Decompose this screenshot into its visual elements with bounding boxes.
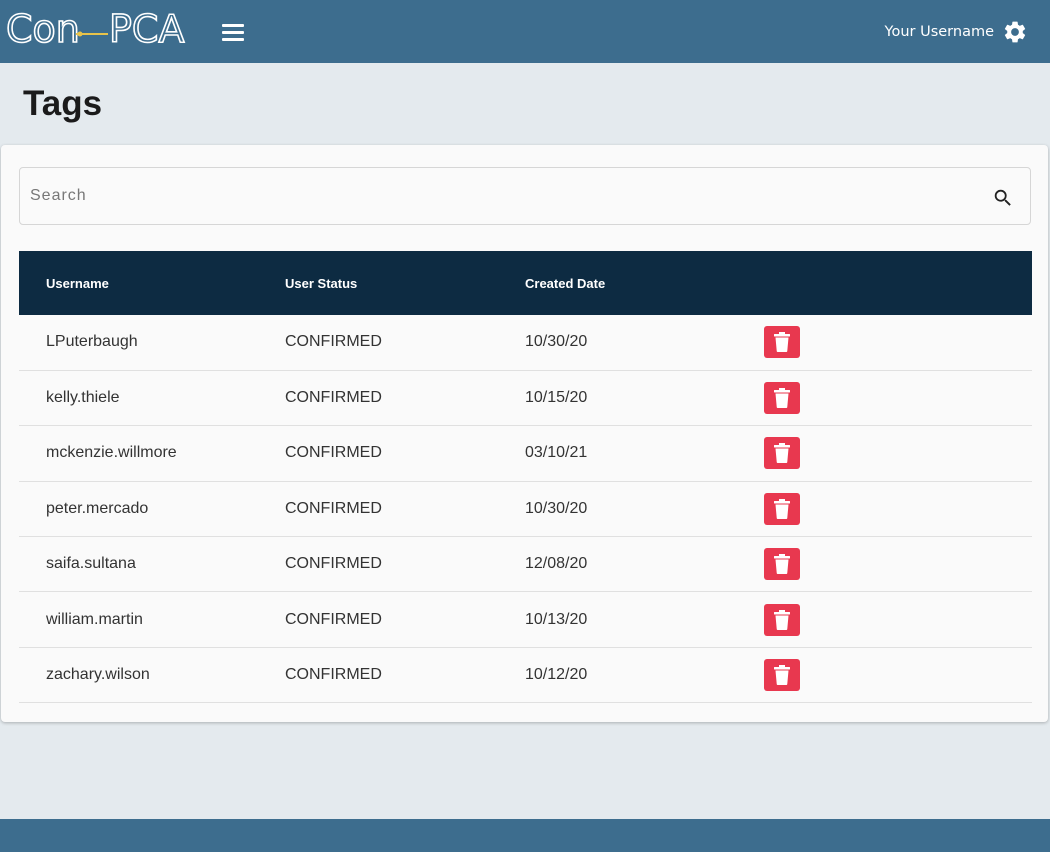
table-row[interactable]: mckenzie.willmore CONFIRMED 03/10/21: [19, 426, 1032, 482]
con-pca-logo: Con PCA: [6, 6, 185, 50]
svg-text:Con: Con: [6, 7, 80, 50]
tags-card: Username User Status Created Date LPuter…: [1, 145, 1048, 722]
cell-actions: [764, 426, 1032, 481]
cell-username: kelly.thiele: [46, 389, 120, 407]
app-logo[interactable]: Con PCA: [6, 6, 202, 50]
cell-actions: [764, 592, 1032, 647]
delete-button[interactable]: [764, 603, 800, 636]
page-title: Tags: [23, 84, 103, 123]
cell-username: peter.mercado: [46, 499, 149, 517]
gear-icon[interactable]: [1002, 19, 1028, 45]
cell-username: LPuterbaugh: [46, 333, 138, 351]
cell-user-status: CONFIRMED: [285, 610, 382, 628]
column-header-created-date[interactable]: Created Date: [525, 251, 764, 315]
cell-created-date: 10/12/20: [525, 666, 588, 684]
table-row[interactable]: LPuterbaugh CONFIRMED 10/30/20: [19, 315, 1032, 371]
username-label: Your Username: [884, 24, 994, 40]
search-icon[interactable]: [992, 187, 1014, 209]
cell-username: mckenzie.willmore: [46, 444, 177, 462]
table-row[interactable]: saifa.sultana CONFIRMED 12/08/20: [19, 537, 1032, 592]
delete-button[interactable]: [764, 548, 800, 581]
cell-username: zachary.wilson: [46, 666, 150, 684]
cell-created-date: 10/30/20: [525, 499, 588, 517]
column-header-actions: [764, 251, 1032, 315]
table-row[interactable]: zachary.wilson CONFIRMED 10/12/20: [19, 647, 1032, 703]
column-header-user-status[interactable]: User Status: [285, 251, 525, 315]
cell-created-date: 10/13/20: [525, 610, 588, 628]
cell-user-status: CONFIRMED: [285, 333, 382, 351]
table-row[interactable]: kelly.thiele CONFIRMED 10/15/20: [19, 370, 1032, 426]
cell-created-date: 12/08/20: [525, 555, 588, 573]
cell-actions: [764, 370, 1032, 425]
table-row[interactable]: peter.mercado CONFIRMED 10/30/20: [19, 481, 1032, 537]
trash-icon: [774, 388, 790, 409]
svg-text:PCA: PCA: [109, 7, 184, 50]
trash-icon: [774, 332, 790, 353]
cell-created-date: 03/10/21: [525, 444, 588, 462]
trash-icon: [774, 609, 790, 630]
cell-username: william.martin: [46, 610, 143, 628]
delete-button[interactable]: [764, 492, 800, 525]
footer-bar: [0, 819, 1050, 852]
trash-icon: [774, 554, 790, 575]
cell-actions: [764, 315, 1032, 370]
cell-actions: [764, 537, 1032, 592]
cell-username: saifa.sultana: [46, 555, 136, 573]
cell-user-status: CONFIRMED: [285, 444, 382, 462]
cell-created-date: 10/30/20: [525, 333, 588, 351]
users-table: Username User Status Created Date LPuter…: [19, 251, 1032, 703]
cell-user-status: CONFIRMED: [285, 666, 382, 684]
cell-user-status: CONFIRMED: [285, 555, 382, 573]
delete-button[interactable]: [764, 382, 800, 415]
cell-user-status: CONFIRMED: [285, 389, 382, 407]
delete-button[interactable]: [764, 659, 800, 692]
column-header-username[interactable]: Username: [19, 251, 285, 315]
trash-icon: [774, 443, 790, 464]
table-header-row: Username User Status Created Date: [19, 251, 1032, 315]
trash-icon: [774, 665, 790, 686]
delete-button[interactable]: [764, 437, 800, 470]
delete-button[interactable]: [764, 326, 800, 359]
cell-created-date: 10/15/20: [525, 389, 588, 407]
trash-icon: [774, 498, 790, 519]
cell-user-status: CONFIRMED: [285, 499, 382, 517]
top-app-bar: Con PCA Your Username: [0, 0, 1050, 63]
table-row[interactable]: william.martin CONFIRMED 10/13/20: [19, 592, 1032, 648]
cell-actions: [764, 481, 1032, 536]
search-input[interactable]: [30, 168, 970, 224]
search-field[interactable]: [19, 167, 1031, 225]
user-menu[interactable]: Your Username: [885, 18, 1028, 46]
cell-actions: [764, 647, 1032, 702]
hamburger-menu-icon[interactable]: [220, 20, 246, 44]
